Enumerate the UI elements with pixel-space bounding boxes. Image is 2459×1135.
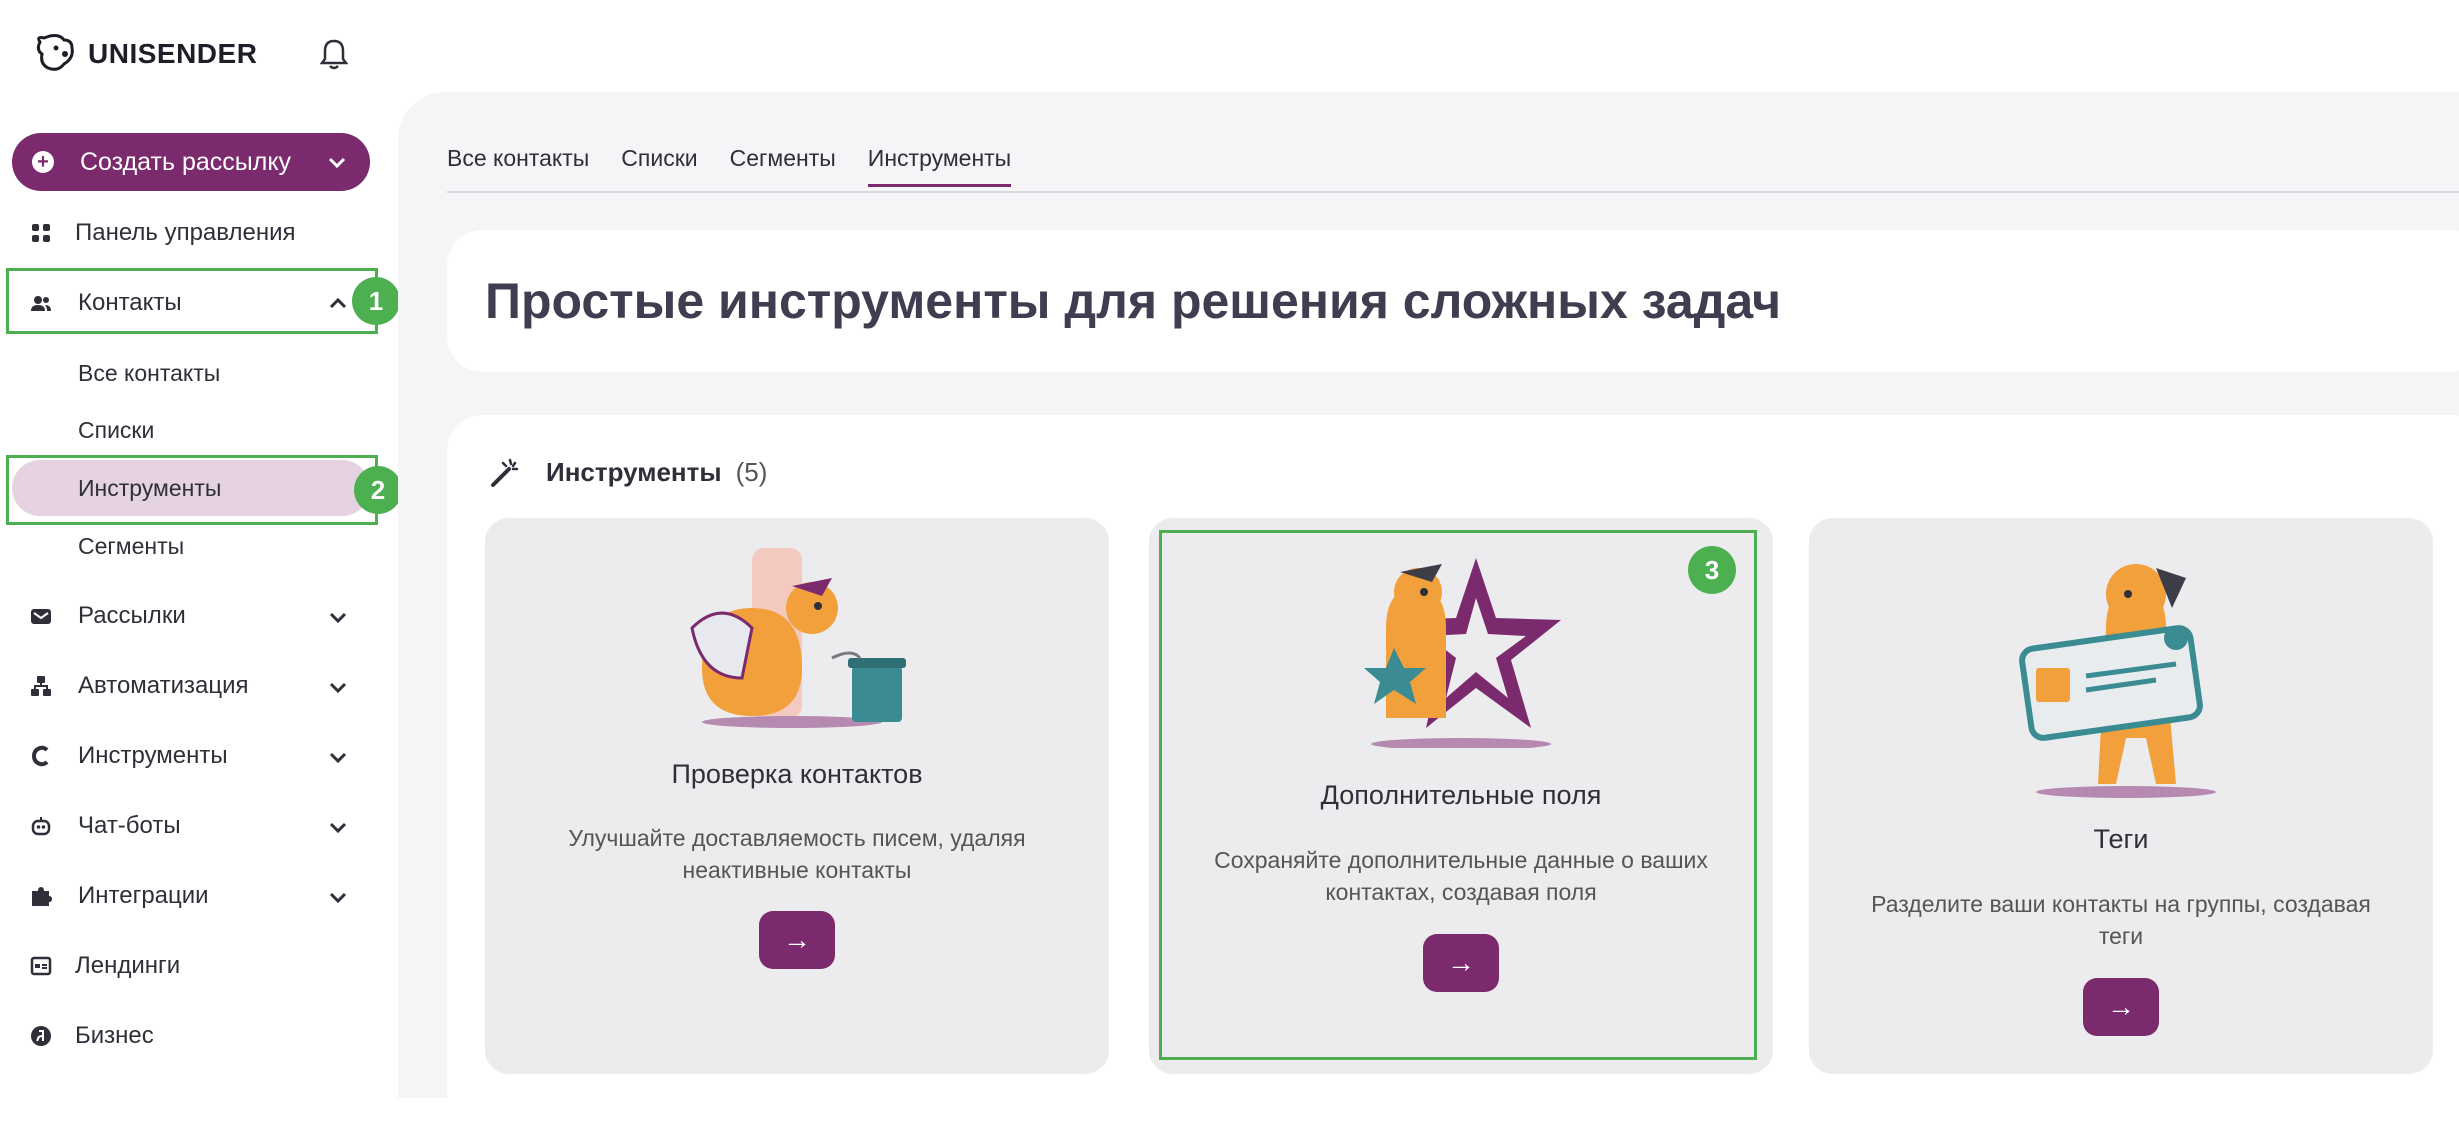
- create-campaign-button[interactable]: + Создать рассылку: [12, 133, 370, 191]
- sidebar-item-campaigns[interactable]: Рассылки: [0, 588, 380, 644]
- chevron-down-icon[interactable]: [328, 747, 348, 767]
- tabs-bar: Все контакты Списки Сегменты Инструменты: [447, 145, 1012, 187]
- dog-logo-icon: [36, 34, 74, 71]
- chevron-down-icon[interactable]: [328, 887, 348, 907]
- puzzle-icon: [32, 887, 52, 906]
- highlight-box-contacts: [6, 268, 378, 334]
- tabs-divider: [447, 191, 2459, 193]
- sidebar-item-dashboard[interactable]: Панель управления: [0, 205, 380, 261]
- tool-card-title: Проверка контактов: [671, 759, 923, 789]
- tab-all-contacts[interactable]: Все контакты: [447, 145, 589, 187]
- brand-name: UNISENDER: [88, 38, 258, 69]
- sidebar: UNISENDER + Создать рассылку Панель упра…: [0, 0, 402, 1098]
- sub-item-segments[interactable]: Сегменты: [78, 533, 184, 560]
- highlight-box-tools: [6, 455, 378, 525]
- tab-segments[interactable]: Сегменты: [730, 145, 836, 187]
- chevron-down-icon[interactable]: [326, 151, 348, 173]
- sidebar-item-landings[interactable]: Лендинги: [0, 938, 380, 994]
- sidebar-item-label: Чат-боты: [78, 812, 181, 839]
- bot-icon: [31, 817, 51, 836]
- dog-card-illustration: [2019, 564, 2216, 798]
- annotation-badge-2: 2: [354, 466, 402, 514]
- sidebar-item-label: Рассылки: [78, 602, 186, 629]
- brand-logo[interactable]: UNISENDER: [34, 34, 257, 74]
- business-icon: [31, 1026, 51, 1046]
- sidebar-item-label: Бизнес: [75, 1022, 154, 1049]
- notifications-button[interactable]: [319, 38, 349, 75]
- sidebar-item-automation[interactable]: Автоматизация: [0, 658, 380, 714]
- tab-tools[interactable]: Инструменты: [867, 145, 1012, 187]
- magic-wand-icon: [491, 458, 519, 487]
- bell-icon: [319, 39, 349, 70]
- sidebar-item-label: Панель управления: [75, 219, 296, 246]
- dashboard-icon: [32, 224, 50, 242]
- highlight-box-custom-fields: [1159, 530, 1757, 1060]
- page-title: Простые инструменты для решения сложных …: [485, 273, 1781, 329]
- sidebar-item-chatbots[interactable]: Чат-боты: [0, 798, 380, 854]
- annotation-badge-1: 1: [352, 277, 400, 325]
- tools-count: (5): [735, 457, 768, 487]
- sidebar-item-label: Интеграции: [78, 882, 209, 909]
- plus-icon: +: [32, 151, 54, 173]
- hero-banner: Простые инструменты для решения сложных …: [447, 230, 2459, 372]
- chevron-down-icon[interactable]: [328, 607, 348, 627]
- sidebar-item-label: Автоматизация: [78, 672, 249, 699]
- tab-lists[interactable]: Списки: [621, 145, 697, 187]
- tool-card-tags[interactable]: Теги Разделите ваши контакты на группы, …: [1809, 518, 2433, 1074]
- tools-section-header: Инструменты (5): [490, 457, 767, 488]
- dog-vacuum-illustration: [690, 548, 906, 728]
- sidebar-item-integrations[interactable]: Интеграции: [0, 868, 380, 924]
- landing-icon: [30, 956, 52, 976]
- sidebar-item-tools[interactable]: Инструменты: [0, 728, 380, 784]
- automation-icon: [31, 676, 51, 696]
- tools-section-title: Инструменты: [546, 457, 722, 487]
- tool-card-title: Теги: [2093, 824, 2149, 854]
- tools-icon: [31, 745, 49, 767]
- chevron-down-icon[interactable]: [328, 817, 348, 837]
- sub-item-lists[interactable]: Списки: [78, 417, 154, 444]
- sidebar-item-label: Лендинги: [75, 952, 181, 979]
- sidebar-item-business[interactable]: Бизнес: [0, 1008, 380, 1064]
- create-campaign-label: Создать рассылку: [80, 147, 292, 176]
- sidebar-item-label: Инструменты: [78, 742, 228, 769]
- tool-card-description: Улучшайте доставляемость писем, удаляя н…: [568, 825, 1026, 883]
- open-tool-button[interactable]: →: [759, 911, 835, 969]
- mail-icon: [31, 609, 51, 624]
- sub-item-all-contacts[interactable]: Все контакты: [78, 360, 220, 387]
- tool-card-contact-check[interactable]: Проверка контактов Улучшайте доставляемо…: [485, 518, 1109, 1074]
- tool-card-description: Разделите ваши контакты на группы, созда…: [1871, 891, 2371, 949]
- chevron-down-icon[interactable]: [328, 677, 348, 697]
- open-tool-button[interactable]: →: [2083, 978, 2159, 1036]
- annotation-badge-3: 3: [1688, 546, 1736, 594]
